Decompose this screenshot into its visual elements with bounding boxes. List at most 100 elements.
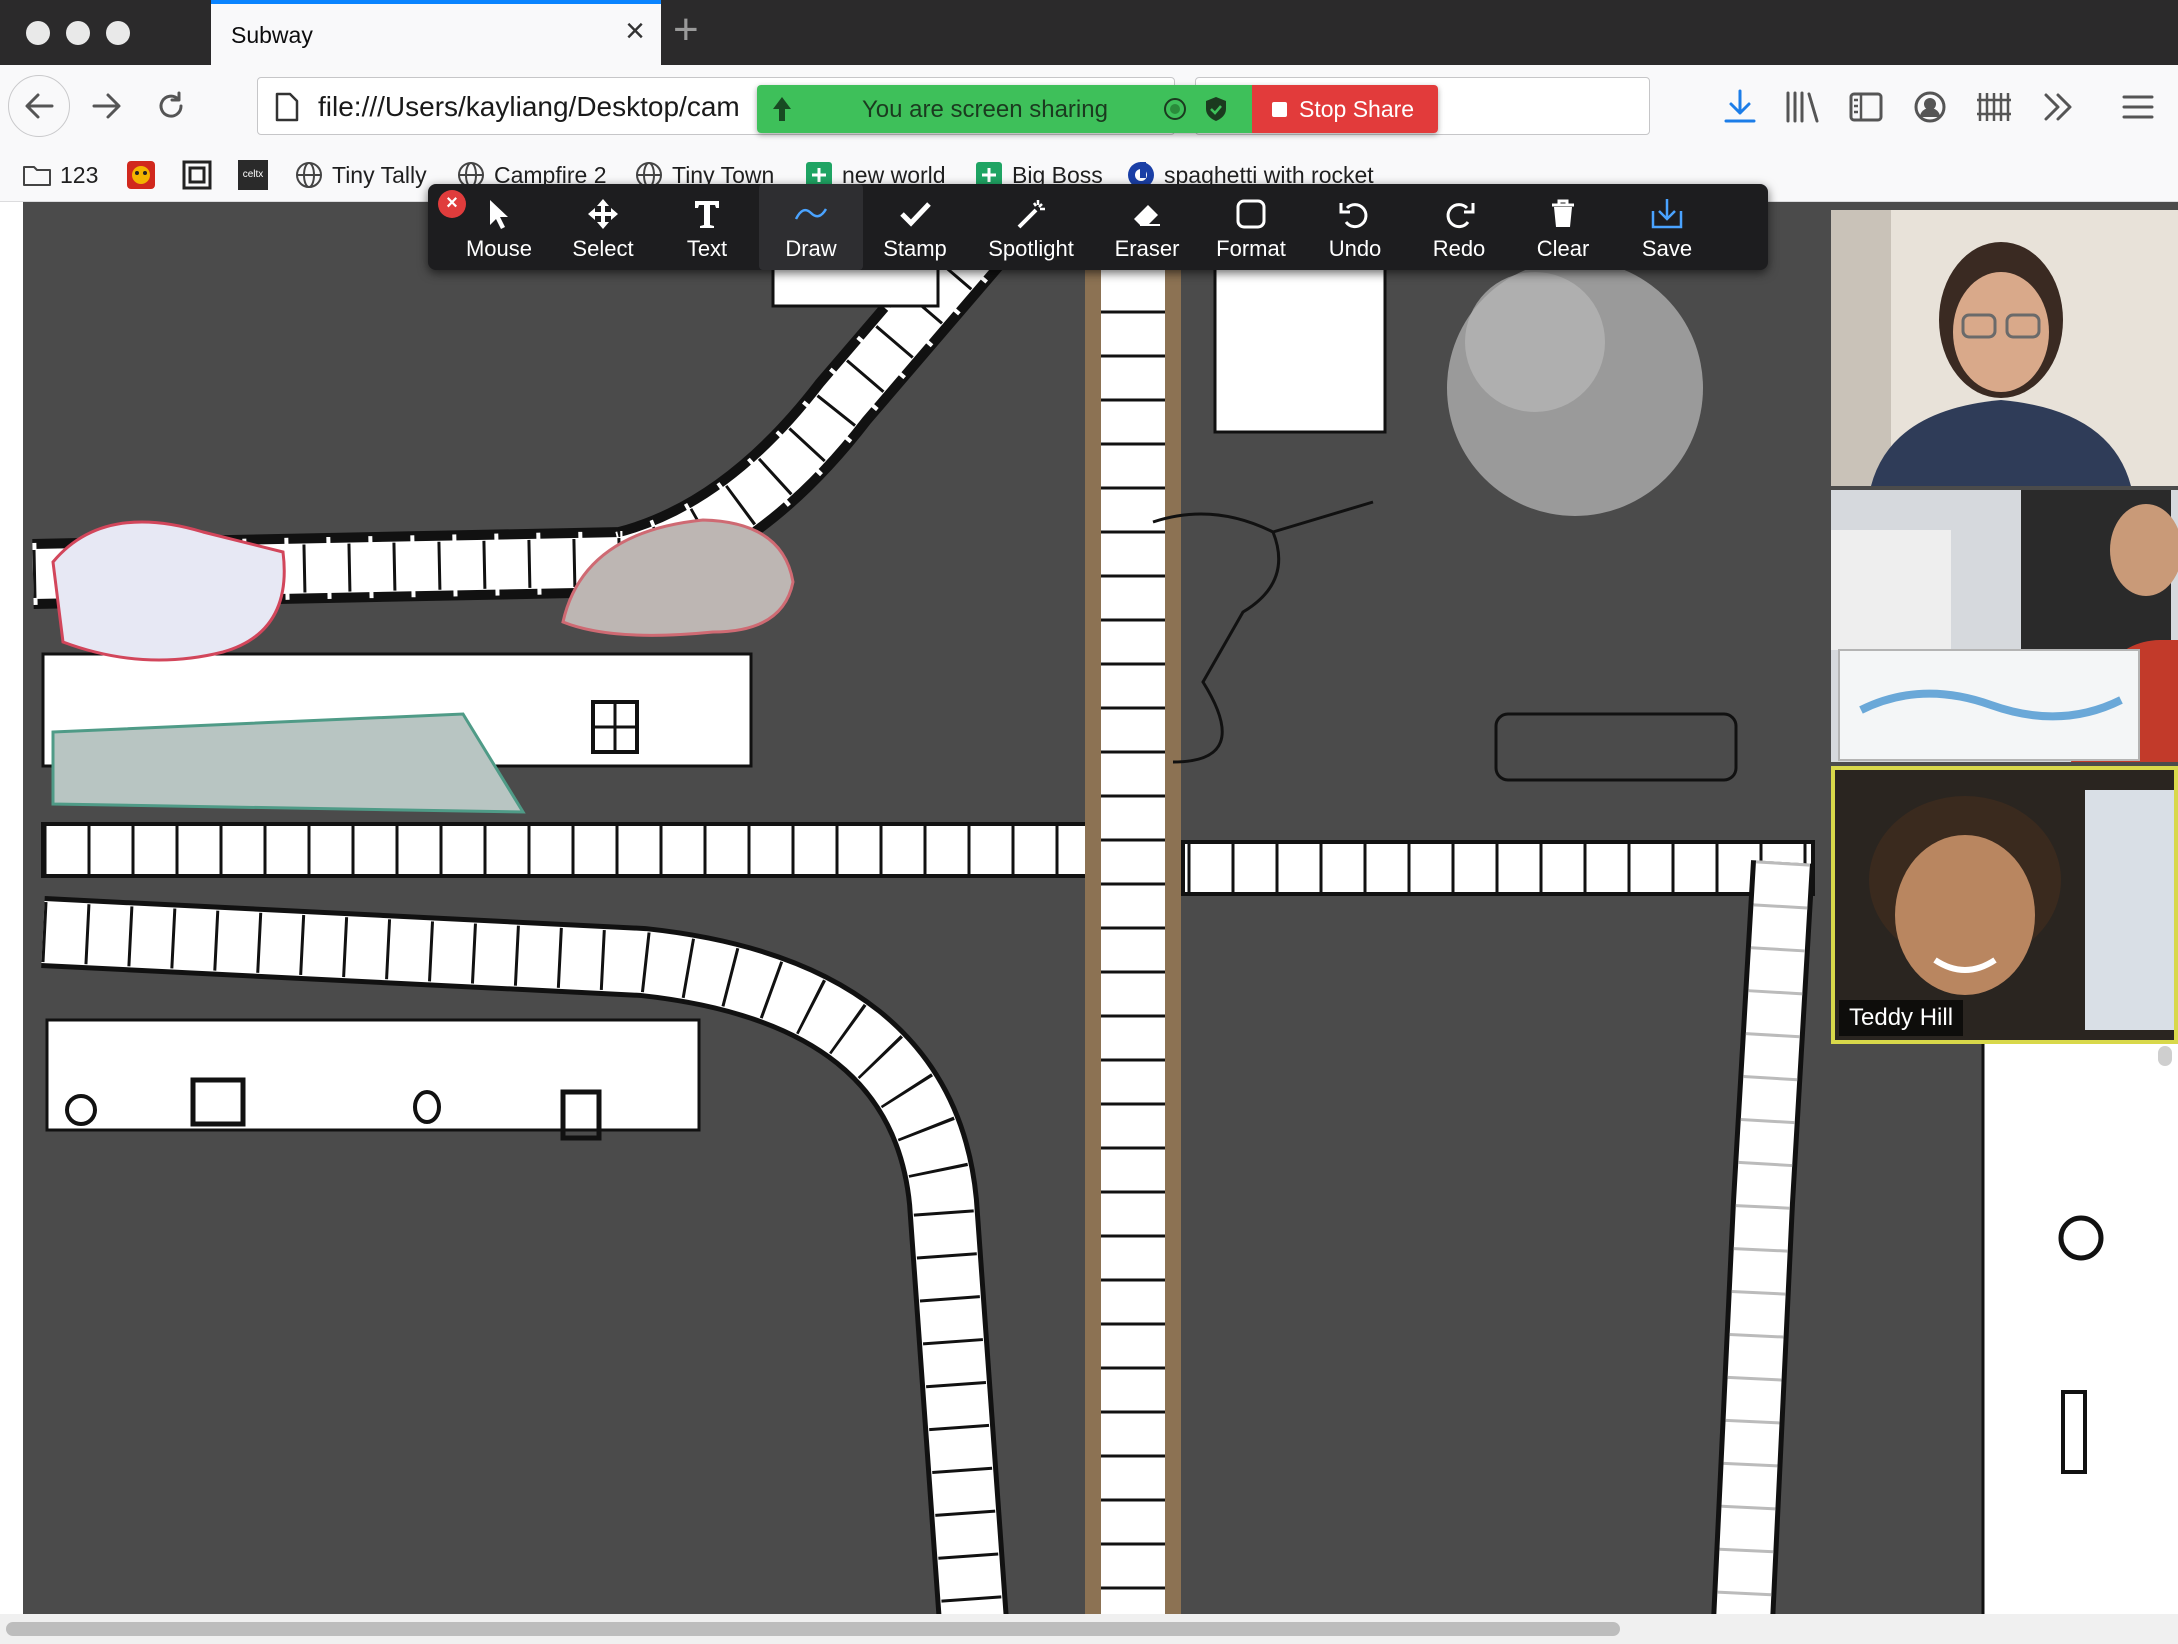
- tab-strip: Subway × +: [0, 0, 2178, 66]
- tool-label: Clear: [1536, 236, 1590, 261]
- tool-label: Text: [686, 236, 728, 261]
- reload-button[interactable]: [140, 75, 202, 137]
- undo-icon: [1339, 203, 1368, 229]
- tool-label: Select: [572, 236, 634, 261]
- save-download-icon: [1651, 199, 1683, 229]
- folder-icon: [23, 166, 51, 186]
- tab-close-icon[interactable]: ×: [625, 14, 645, 48]
- tool-label: Format: [1216, 236, 1286, 261]
- tool-label: Draw: [785, 236, 837, 261]
- building-top-right: [1213, 260, 1387, 434]
- sidebar-icon[interactable]: [1846, 87, 1886, 127]
- screen: Subway × + file:///Users/kayliang/Deskto…: [0, 0, 2178, 1644]
- building-right-edge: [1981, 1040, 2178, 1614]
- globe-icon: [296, 162, 322, 188]
- screen-share-banner: You are screen sharing Stop Share: [757, 85, 1438, 133]
- page-icon: [275, 92, 299, 122]
- tool-label: Spotlight: [988, 236, 1074, 261]
- window-close-dot[interactable]: [26, 21, 50, 45]
- tool-undo[interactable]: Undo: [1303, 184, 1407, 270]
- scribble-drawing: [1152, 500, 1374, 764]
- forward-button[interactable]: [76, 75, 138, 137]
- tool-label: Mouse: [465, 236, 533, 261]
- magic-wand-icon: [1017, 200, 1045, 229]
- annotation-toolbar: × Mouse Select Text Draw Stamp Spotlight…: [428, 184, 1768, 270]
- share-status-text: You are screen sharing: [862, 96, 1108, 123]
- bookmark-folder-123[interactable]: 123: [22, 159, 98, 191]
- eraser-icon: [1134, 205, 1160, 226]
- window-minimize-dot[interactable]: [66, 21, 90, 45]
- participant-image: [1831, 210, 2178, 486]
- bookmark-label: 123: [60, 161, 99, 188]
- tool-format[interactable]: Format: [1199, 184, 1303, 270]
- bookmark-frame[interactable]: [182, 159, 220, 191]
- checkmark-icon: [900, 202, 931, 227]
- tool-eraser[interactable]: Eraser: [1095, 184, 1199, 270]
- tool-clear[interactable]: Clear: [1511, 184, 1615, 270]
- tool-draw[interactable]: Draw: [759, 184, 863, 270]
- tool-label: Eraser: [1114, 236, 1180, 261]
- tab-title: Subway: [231, 22, 313, 48]
- frame-favicon: [182, 160, 212, 190]
- participant-image: [1831, 490, 2178, 762]
- tool-redo[interactable]: Redo: [1407, 184, 1511, 270]
- tool-label: Redo: [1432, 236, 1486, 261]
- new-tab-icon[interactable]: +: [673, 8, 699, 52]
- stop-square-icon: [1272, 101, 1287, 117]
- tool-select[interactable]: Select: [551, 184, 655, 270]
- stop-share-label: Stop Share: [1299, 95, 1415, 122]
- back-arrow-icon: [25, 93, 54, 119]
- forward-arrow-icon: [92, 93, 121, 119]
- celtx-favicon: celtx: [238, 160, 268, 190]
- tool-text[interactable]: Text: [655, 184, 759, 270]
- bookmark-celtx[interactable]: celtx: [238, 159, 276, 191]
- train-drawing: [51, 712, 526, 814]
- page-margin: [0, 202, 23, 1614]
- bookmark-label: Tiny Tally: [332, 161, 427, 188]
- bookmark-mascot[interactable]: [126, 159, 164, 191]
- red-rocket-drawing: [51, 520, 286, 662]
- tool-label: Save: [1641, 236, 1693, 261]
- mouse-pointer-icon: [490, 200, 508, 229]
- tool-stamp[interactable]: Stamp: [863, 184, 967, 270]
- horizontal-scroll-thumb[interactable]: [6, 1622, 1620, 1636]
- download-icon[interactable]: [1720, 87, 1760, 127]
- extensions-icon[interactable]: [1974, 87, 2014, 127]
- account-icon[interactable]: [1910, 87, 1950, 127]
- squiggle-icon: [794, 208, 828, 220]
- library-icon[interactable]: [1782, 87, 1822, 127]
- back-button[interactable]: [8, 75, 70, 137]
- horizontal-scrollbar[interactable]: [0, 1614, 2178, 1644]
- bus-drawing: [1494, 712, 1738, 782]
- reload-icon: [159, 91, 183, 118]
- tool-spotlight[interactable]: Spotlight: [967, 184, 1095, 270]
- share-status-area[interactable]: You are screen sharing: [757, 85, 1252, 133]
- zoom-arrow-icon: [773, 97, 791, 121]
- trash-icon: [1552, 199, 1574, 227]
- participant-name-tag: Teddy Hill: [1839, 1000, 1964, 1036]
- url-text: file:///Users/kayliang/Desktop/cam: [318, 91, 740, 122]
- participant-video-1[interactable]: [1831, 210, 2178, 486]
- bookmark-tiny-tally[interactable]: Tiny Tally: [294, 159, 427, 191]
- tool-label: Undo: [1328, 236, 1382, 261]
- tool-mouse[interactable]: Mouse: [447, 184, 551, 270]
- vertical-scroll-thumb[interactable]: [2158, 1046, 2172, 1066]
- menu-icon[interactable]: [2118, 87, 2158, 127]
- participant-video-2[interactable]: [1831, 490, 2178, 762]
- overflow-chevron-icon[interactable]: [2038, 87, 2078, 127]
- track-horizontal-right: [1181, 840, 1815, 896]
- window-zoom-dot[interactable]: [106, 21, 130, 45]
- tool-label: Stamp: [883, 236, 947, 261]
- mascot-favicon: [127, 161, 155, 189]
- tool-save[interactable]: Save: [1615, 184, 1719, 270]
- stop-share-button[interactable]: Stop Share: [1252, 85, 1438, 133]
- move-arrows-icon: [588, 199, 618, 229]
- participant-video-3[interactable]: Teddy Hill: [1831, 766, 2178, 1044]
- text-t-icon: [695, 201, 719, 228]
- recording-dot-icon: [1164, 98, 1186, 120]
- shield-check-icon: [1206, 97, 1226, 121]
- redo-icon: [1446, 203, 1475, 229]
- rounded-square-icon: [1236, 199, 1266, 229]
- tab-subway[interactable]: Subway ×: [211, 0, 661, 66]
- track-horizontal-middle: [41, 822, 1105, 878]
